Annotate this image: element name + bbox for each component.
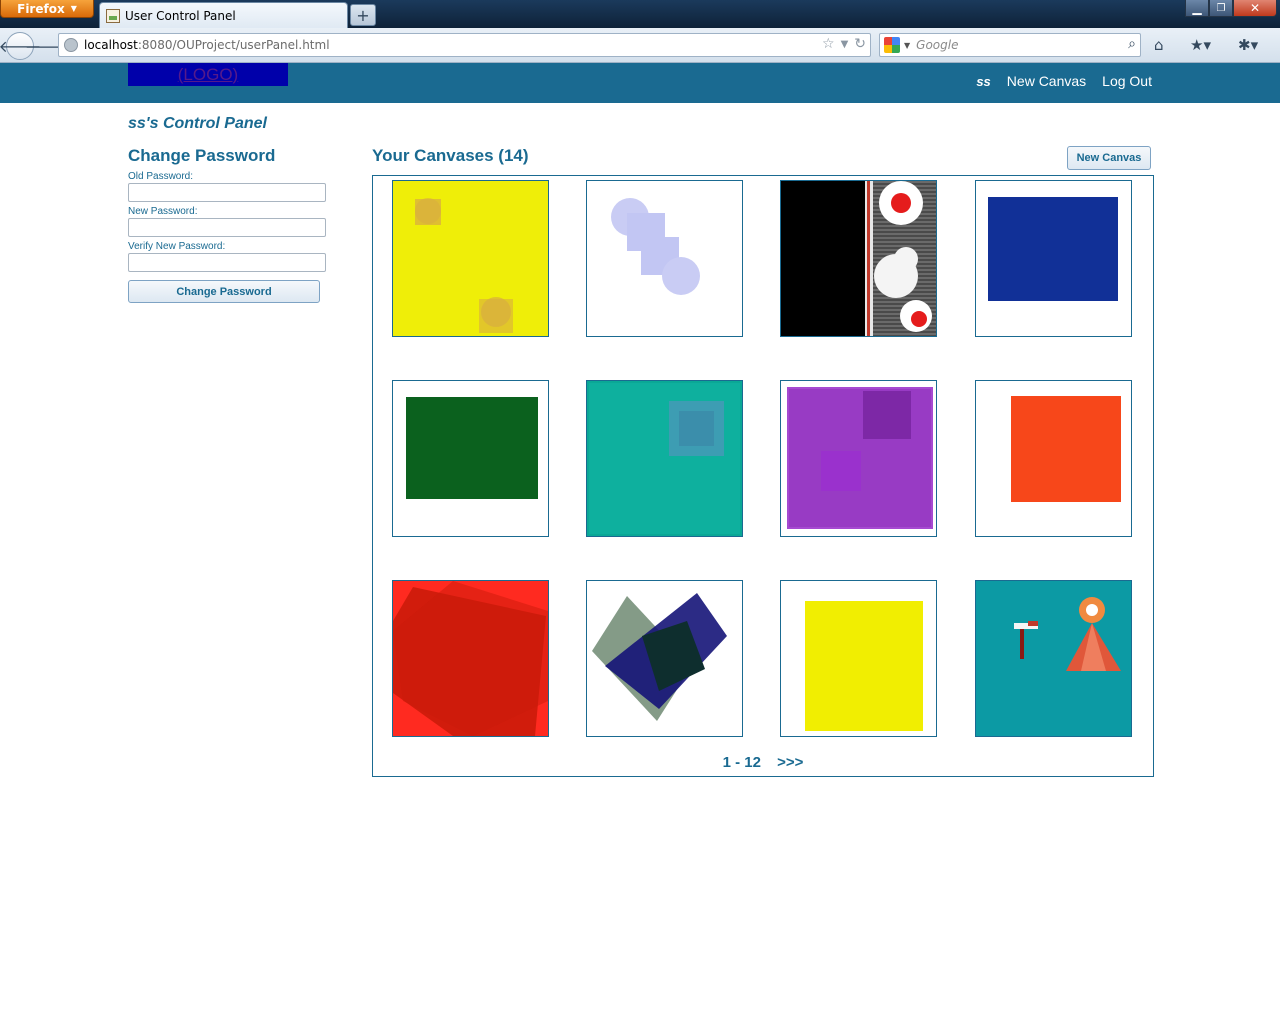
page-range: 1 - 12: [722, 754, 761, 771]
minimize-button[interactable]: ▁: [1185, 0, 1209, 17]
bookmarks-icon[interactable]: ★▾: [1190, 36, 1211, 54]
new-password-field[interactable]: [128, 218, 326, 237]
canvas-thumbnail-green[interactable]: [392, 380, 549, 537]
tab-title: User Control Panel: [125, 9, 236, 23]
change-password-heading: Change Password: [128, 146, 276, 165]
canvas-thumbnail-yellow-square[interactable]: [780, 580, 937, 737]
verify-password-label: Verify New Password:: [128, 241, 226, 252]
pagination: 1 - 12 >>>: [373, 754, 1153, 771]
canvas-thumbnail-yellow[interactable]: [392, 180, 549, 337]
google-icon[interactable]: [884, 37, 900, 53]
search-engine-caret-icon[interactable]: ▼: [904, 41, 910, 50]
dropdown-arrow-icon[interactable]: ▼: [841, 36, 849, 54]
maximize-button[interactable]: ❐: [1209, 0, 1233, 17]
close-window-button[interactable]: ✕: [1233, 0, 1277, 17]
browser-tab[interactable]: User Control Panel: [99, 2, 348, 29]
next-page-link[interactable]: >>>: [777, 754, 803, 771]
canvas-thumbnail-teal[interactable]: [586, 380, 743, 537]
close-icon: ✕: [1249, 1, 1261, 15]
home-icon[interactable]: ⌂: [1154, 36, 1164, 54]
url-host: localhost: [84, 38, 138, 52]
address-bar[interactable]: localhost :8080/OUProject/userPanel.html…: [58, 33, 871, 57]
new-canvas-link[interactable]: New Canvas: [1007, 73, 1086, 89]
new-canvas-button[interactable]: New Canvas: [1067, 146, 1151, 170]
search-placeholder: Google: [916, 38, 959, 52]
firefox-menu-label: Firefox: [17, 1, 65, 16]
username-link[interactable]: ss: [976, 74, 990, 89]
search-icon[interactable]: ⌕: [1128, 36, 1136, 52]
site-header: (LOGO) ss New Canvas Log Out: [0, 63, 1280, 103]
canvases-heading: Your Canvases (14): [372, 146, 529, 165]
page-icon: [106, 9, 120, 23]
restore-icon: ❐: [1216, 2, 1226, 14]
addon-icon[interactable]: ✱▾: [1238, 36, 1258, 54]
canvas-thumbnail-light-blue-shapes[interactable]: [586, 180, 743, 337]
chevron-down-icon: ▼: [70, 4, 77, 13]
globe-icon: [64, 38, 78, 52]
url-path: :8080/OUProject/userPanel.html: [137, 38, 330, 52]
forward-button[interactable]: 🡒: [25, 36, 65, 56]
header-links: ss New Canvas Log Out: [976, 73, 1152, 89]
page-title: ss's Control Panel: [128, 115, 267, 132]
site-logo[interactable]: (LOGO): [128, 63, 288, 86]
change-password-button[interactable]: Change Password: [128, 280, 320, 303]
window-titlebar: Firefox ▼ User Control Panel + ▁ ❐ ✕: [0, 0, 1280, 29]
canvas-gallery: 1 - 12 >>>: [372, 175, 1154, 777]
minimize-icon: ▁: [1192, 1, 1202, 15]
search-bar[interactable]: ▼ Google ⌕: [879, 33, 1141, 57]
canvas-thumbnail-blue[interactable]: [975, 180, 1132, 337]
navigation-toolbar: 🡐 🡒 localhost :8080/OUProject/userPanel.…: [0, 28, 1280, 63]
bookmark-star-icon[interactable]: ☆: [822, 36, 835, 54]
old-password-label: Old Password:: [128, 171, 194, 182]
canvas-thumbnail-red[interactable]: [392, 580, 549, 737]
verify-password-field[interactable]: [128, 253, 326, 272]
canvas-thumbnail-teal-cone[interactable]: [975, 580, 1132, 737]
plus-icon: +: [356, 5, 370, 25]
canvas-thumbnail-orange[interactable]: [975, 380, 1132, 537]
new-tab-button[interactable]: +: [350, 4, 376, 26]
canvas-thumbnail-black-white-splatter[interactable]: [780, 180, 937, 337]
log-out-link[interactable]: Log Out: [1102, 73, 1152, 89]
canvas-thumbnail-navy-grey-diamond[interactable]: [586, 580, 743, 737]
reload-icon[interactable]: ↻: [854, 36, 866, 54]
firefox-menu-button[interactable]: Firefox ▼: [0, 0, 94, 18]
old-password-field[interactable]: [128, 183, 326, 202]
canvas-thumbnail-purple[interactable]: [780, 380, 937, 537]
new-password-label: New Password:: [128, 206, 198, 217]
